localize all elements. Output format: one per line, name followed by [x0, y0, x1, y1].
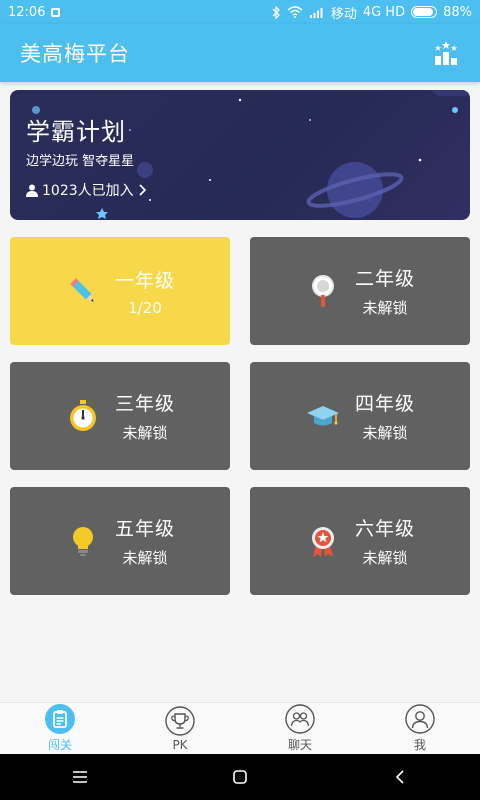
home-icon: [233, 770, 247, 784]
tab-label: 我: [413, 738, 426, 752]
grade-card-3[interactable]: 三年级 未解锁: [10, 362, 230, 470]
study-plan-banner[interactable]: 学霸计划 边学边玩 智夺星星 1023人已加入: [10, 90, 470, 220]
tab-levels[interactable]: 闯关: [0, 703, 120, 754]
grade-card-6[interactable]: 六年级 未解锁: [250, 487, 470, 595]
grade-card-4[interactable]: 四年级 未解锁: [250, 362, 470, 470]
back-button[interactable]: [380, 757, 420, 797]
wifi-icon: [287, 6, 303, 18]
menu-button[interactable]: [60, 757, 100, 797]
tab-me[interactable]: 我: [360, 703, 480, 754]
grade-name: 五年级: [114, 518, 175, 540]
grade-card-5[interactable]: 五年级 未解锁: [10, 487, 230, 595]
battery-icon: [411, 6, 438, 18]
app-title: 美高梅平台: [20, 42, 130, 66]
pencil-icon: [70, 278, 94, 302]
grade-name: 四年级: [354, 393, 415, 415]
signal-icon: [309, 8, 323, 18]
joined-count: 1023人已加入: [42, 183, 134, 199]
tab-label: 闯关: [47, 738, 72, 752]
menu-icon: [73, 771, 87, 783]
tab-label: PK: [172, 737, 188, 752]
app-bar: 美高梅平台: [0, 24, 480, 82]
carrier-label: 移动: [330, 6, 357, 22]
grade-card-2[interactable]: 二年级 未解锁: [250, 237, 470, 345]
user-icon: [405, 704, 435, 734]
stopwatch-icon: [69, 400, 96, 431]
tab-pk[interactable]: PK: [120, 703, 240, 754]
clipboard-icon: [45, 704, 75, 734]
grade-name: 六年级: [354, 518, 415, 540]
home-button[interactable]: [220, 757, 260, 797]
bottom-tab-bar: 闯关 PK 聊天 我: [0, 702, 480, 754]
lightbulb-icon: [72, 527, 93, 556]
network-label: 4G HD: [362, 4, 406, 20]
grade-card-1[interactable]: 一年级 1/20: [10, 237, 230, 345]
grade-name: 一年级: [114, 269, 175, 292]
banner-title: 学霸计划: [26, 118, 126, 146]
magnifier-icon: [311, 275, 334, 307]
tab-chat[interactable]: 聊天: [240, 703, 360, 754]
trophy-icon: [165, 705, 195, 736]
system-nav-bar: [0, 754, 480, 800]
grade-progress: 1/20: [128, 298, 162, 317]
notification-icon: [51, 7, 61, 17]
grade-status: 未解锁: [362, 424, 408, 442]
tab-label: 聊天: [287, 738, 312, 752]
grade-status: 未解锁: [362, 299, 408, 317]
graduation-cap-icon: [306, 406, 339, 426]
grade-status: 未解锁: [122, 424, 168, 442]
ranking-icon[interactable]: [432, 40, 460, 66]
grade-name: 三年级: [114, 393, 175, 415]
grade-status: 未解锁: [122, 549, 168, 567]
grade-status: 未解锁: [362, 549, 408, 567]
battery-label: 88%: [443, 4, 472, 20]
back-icon: [395, 770, 404, 784]
chevron-right-icon: [139, 184, 146, 196]
grade-name: 二年级: [354, 268, 415, 290]
chat-icon: [285, 704, 315, 734]
status-bar: 12:06 移动 4G HD 88%: [0, 0, 480, 24]
medal-icon: [311, 527, 334, 557]
bluetooth-icon: [272, 5, 280, 19]
status-time: 12:06: [8, 4, 46, 20]
person-icon: [26, 184, 38, 197]
joined-link[interactable]: 1023人已加入: [26, 180, 146, 200]
banner-subtitle: 边学边玩 智夺星星: [26, 154, 135, 169]
